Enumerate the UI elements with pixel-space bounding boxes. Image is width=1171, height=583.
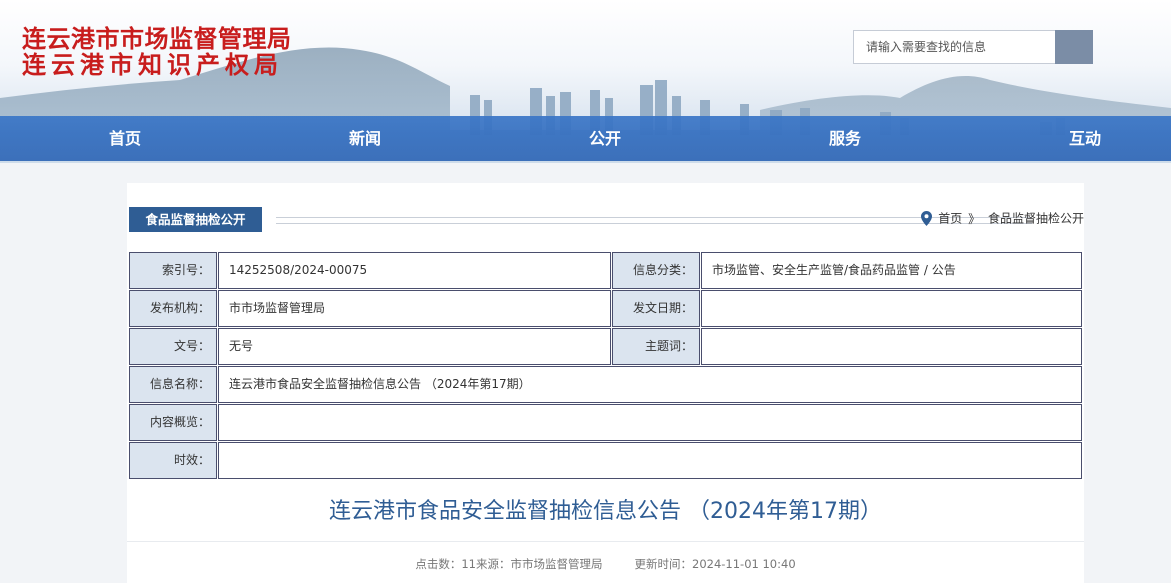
org-name-line1: 连云港市市场监督管理局 xyxy=(22,24,292,53)
clicks-value: 11 xyxy=(461,557,476,571)
site-header: 连云港市市场监督管理局 连云港市知识产权局 首页 新闻 公开 服务 互动 xyxy=(0,0,1171,163)
validity-value xyxy=(218,442,1082,479)
publisher-value: 市市场监督管理局 xyxy=(218,290,611,327)
index-label: 索引号： xyxy=(129,252,217,289)
summary-value xyxy=(218,404,1082,441)
section-divider xyxy=(276,217,1032,224)
section-tab[interactable]: 食品监督抽检公开 xyxy=(129,207,262,232)
breadcrumb: 首页 》 食品监督抽检公开 xyxy=(921,209,1084,228)
issue-date-label: 发文日期： xyxy=(612,290,700,327)
table-row: 索引号： 14252508/2024-00075 信息分类： 市场监管、安全生产… xyxy=(129,252,1084,290)
metadata-table: 索引号： 14252508/2024-00075 信息分类： 市场监管、安全生产… xyxy=(129,252,1084,480)
table-row: 文号： 无号 主题词： xyxy=(129,328,1084,366)
breadcrumb-home-link[interactable]: 首页 xyxy=(938,212,962,226)
subject-value xyxy=(701,328,1082,365)
breadcrumb-separator: 》 xyxy=(968,211,981,226)
source-label: 来源： xyxy=(476,557,511,571)
source-value: 市市场监督管理局 xyxy=(510,557,603,571)
table-row: 发布机构： 市市场监督管理局 发文日期： xyxy=(129,290,1084,328)
search-button[interactable] xyxy=(1055,30,1093,64)
nav-disclosure[interactable]: 公开 xyxy=(555,116,655,161)
validity-label: 时效： xyxy=(129,442,217,479)
info-name-label: 信息名称： xyxy=(129,366,217,403)
doc-number-value: 无号 xyxy=(218,328,611,365)
category-label: 信息分类： xyxy=(612,252,700,289)
index-value: 14252508/2024-00075 xyxy=(218,252,611,289)
subject-label: 主题词： xyxy=(612,328,700,365)
table-row: 信息名称： 连云港市食品安全监督抽检信息公告 （2024年第17期） xyxy=(129,366,1084,404)
nav-interaction[interactable]: 互动 xyxy=(1035,116,1135,161)
org-title: 连云港市市场监督管理局 连云港市知识产权局 xyxy=(22,26,292,78)
article-title: 连云港市食品安全监督抽检信息公告 （2024年第17期） xyxy=(329,499,882,524)
org-name-line2: 连云港市知识产权局 xyxy=(22,50,283,79)
search-input[interactable] xyxy=(854,31,1056,63)
clicks-label: 点击数： xyxy=(415,557,462,571)
nav-home[interactable]: 首页 xyxy=(75,116,175,161)
nav-service[interactable]: 服务 xyxy=(795,116,895,161)
magnifier-icon xyxy=(1055,30,1093,64)
publisher-label: 发布机构： xyxy=(129,290,217,327)
search-box xyxy=(853,30,1093,64)
title-divider xyxy=(127,541,1084,542)
main-nav: 首页 新闻 公开 服务 互动 xyxy=(0,116,1171,161)
updated-label: 更新时间： xyxy=(634,557,693,571)
info-name-value: 连云港市食品安全监督抽检信息公告 （2024年第17期） xyxy=(218,366,1082,403)
content-card: 食品监督抽检公开 首页 》 食品监督抽检公开 索引号： 14252508/202… xyxy=(127,183,1084,583)
table-row: 内容概览： xyxy=(129,404,1084,442)
summary-label: 内容概览： xyxy=(129,404,217,441)
category-value: 市场监管、安全生产监管/食品药品监管 / 公告 xyxy=(701,252,1082,289)
nav-news[interactable]: 新闻 xyxy=(315,116,415,161)
doc-number-label: 文号： xyxy=(129,328,217,365)
breadcrumb-current[interactable]: 食品监督抽检公开 xyxy=(988,212,1084,226)
table-row: 时效： xyxy=(129,442,1084,480)
issue-date-value xyxy=(701,290,1082,327)
article-meta: 点击数：11来源：市市场监督管理局 更新时间：2024-11-01 10:40 xyxy=(127,556,1084,572)
location-pin-icon xyxy=(921,211,933,226)
updated-value: 2024-11-01 10:40 xyxy=(692,557,796,571)
